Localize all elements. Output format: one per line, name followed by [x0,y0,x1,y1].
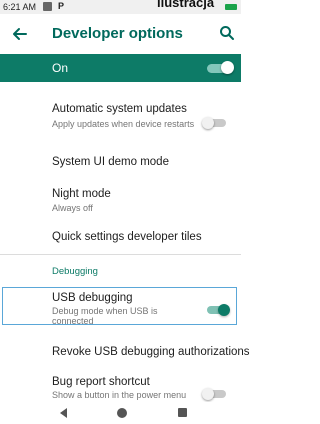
notification-app-icon: P [58,1,65,11]
setting-title: Bug report shortcut [52,376,150,388]
setting-summary: Show a button in the power menu [52,390,187,400]
setting-bug-report-shortcut[interactable]: Bug report shortcut Show a button in the… [0,372,241,402]
setting-summary: Always off [52,203,93,213]
setting-usb-debugging[interactable]: USB debugging Debug mode when USB is con… [0,288,241,326]
setting-title: System UI demo mode [52,156,169,168]
master-switch-bar[interactable]: On [0,54,241,82]
nav-recents-icon[interactable] [178,408,187,417]
back-arrow-icon[interactable] [9,23,31,45]
toggle-thumb[interactable] [218,304,230,316]
setting-title: Automatic system updates [52,103,187,115]
page-title: Developer options [52,25,183,42]
nav-home-icon[interactable] [117,408,127,418]
battery-icon [225,4,237,10]
search-icon[interactable] [218,24,236,42]
master-switch-thumb[interactable] [221,61,234,74]
status-bar: 6:21 AM P ilustracja [0,0,241,14]
setting-summary: Debug mode when USB is connected [52,306,158,326]
toggle-thumb[interactable] [202,388,214,400]
setting-title: Night mode [52,188,111,200]
overlay-text: ilustracja [157,0,215,10]
setting-title: USB debugging [52,292,133,304]
navigation-bar [0,402,241,424]
setting-automatic-updates[interactable]: Automatic system updates Apply updates w… [0,100,241,140]
nav-back-icon[interactable] [60,408,67,418]
notification-image-icon [43,2,52,11]
setting-title: Quick settings developer tiles [52,231,202,243]
setting-revoke-usb-authorizations[interactable]: Revoke USB debugging authorizations [0,340,250,364]
setting-system-ui-demo[interactable]: System UI demo mode [0,150,241,174]
app-toolbar: Developer options [0,14,241,54]
section-divider [0,254,241,255]
setting-quick-settings-tiles[interactable]: Quick settings developer tiles [0,225,241,249]
setting-summary: Apply updates when device restarts [52,119,195,129]
setting-title: Revoke USB debugging authorizations [52,346,250,358]
setting-night-mode[interactable]: Night mode Always off [0,184,241,214]
section-header-debugging: Debugging [52,266,98,277]
toggle-thumb[interactable] [202,117,214,129]
status-time: 6:21 AM [3,2,37,12]
master-switch-label: On [52,61,69,75]
